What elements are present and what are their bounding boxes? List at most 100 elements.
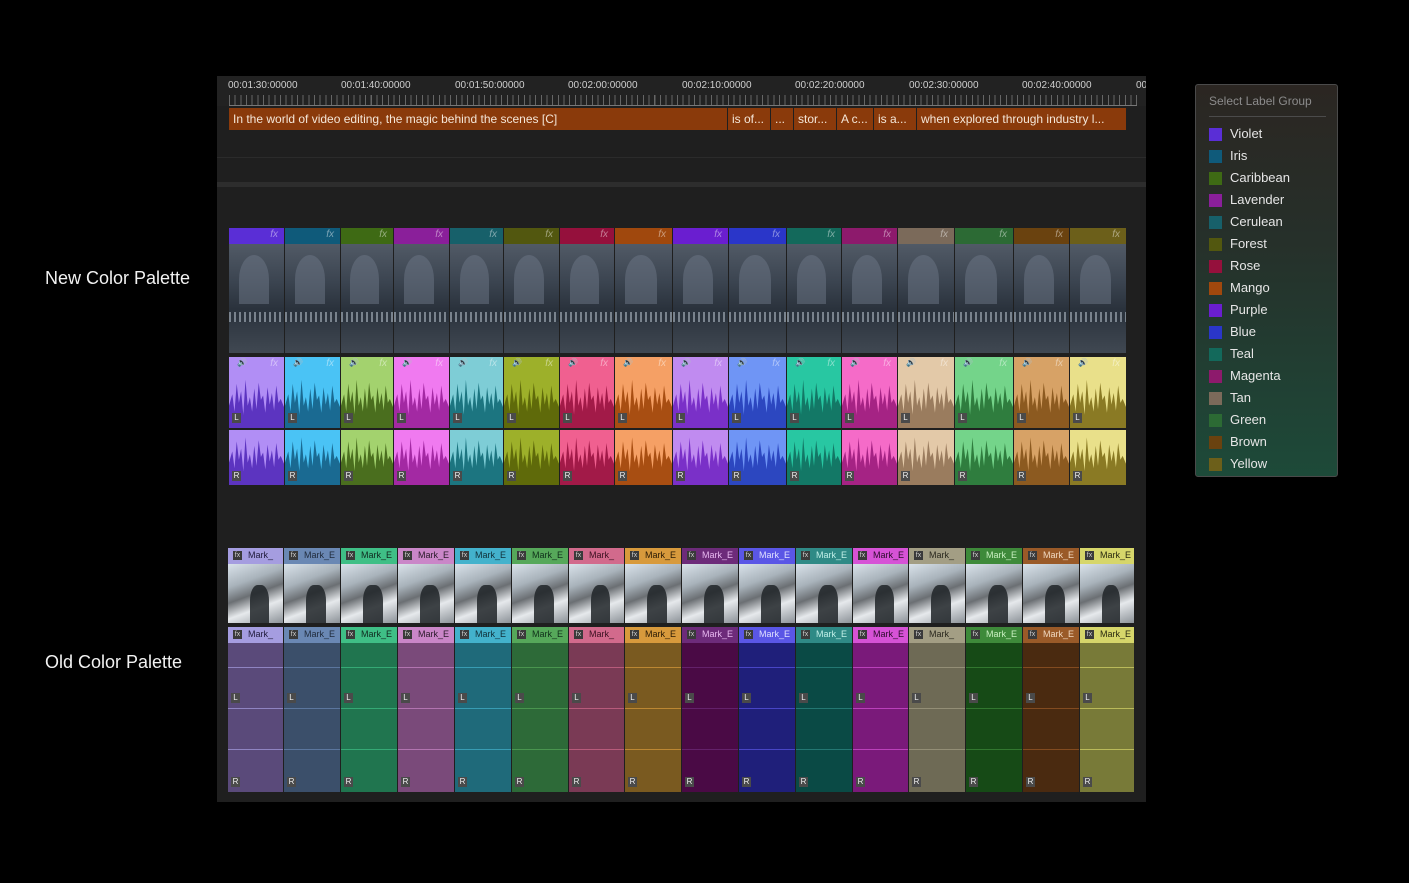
audio-clip[interactable]: 🔊 fx L R — [504, 357, 559, 485]
fx-badge[interactable]: fx — [545, 229, 553, 240]
fx-badge[interactable]: fx — [858, 630, 867, 639]
fx-badge[interactable]: fx — [1055, 229, 1063, 240]
speaker-icon[interactable]: 🔊 — [850, 358, 860, 367]
old-video-clip[interactable]: fx Mark_ — [228, 548, 284, 623]
fx-badge[interactable]: fx — [940, 358, 948, 369]
video-clip[interactable]: fx — [394, 228, 449, 353]
speaker-icon[interactable]: 🔊 — [1078, 358, 1088, 367]
audio-clip[interactable]: 🔊 fx L R — [787, 357, 841, 485]
audio-clip[interactable]: 🔊 fx L R — [229, 357, 284, 485]
fx-badge[interactable]: fx — [545, 358, 553, 369]
fx-badge[interactable]: fx — [270, 358, 278, 369]
video-clip[interactable]: fx — [615, 228, 672, 353]
audio-clip[interactable]: 🔊 fx L R — [285, 357, 340, 485]
old-audio-clip[interactable]: fx Mark_E L R — [341, 627, 398, 792]
caption-clip[interactable]: stor... — [794, 108, 837, 130]
video-clip[interactable]: fx — [229, 228, 284, 353]
speaker-icon[interactable]: 🔊 — [737, 358, 747, 367]
fx-badge[interactable]: fx — [517, 551, 526, 560]
old-audio-clip[interactable]: fx Mark_E L R — [739, 627, 796, 792]
speaker-icon[interactable]: 🔊 — [623, 358, 633, 367]
fx-badge[interactable]: fx — [326, 229, 334, 240]
fx-badge[interactable]: fx — [971, 630, 980, 639]
fx-badge[interactable]: fx — [326, 358, 334, 369]
audio-clip[interactable]: 🔊 fx L R — [450, 357, 503, 485]
speaker-icon[interactable]: 🔊 — [349, 358, 359, 367]
speaker-icon[interactable]: 🔊 — [568, 358, 578, 367]
audio-clip[interactable]: 🔊 fx L R — [729, 357, 786, 485]
old-audio-clip[interactable]: fx Mark_E L R — [398, 627, 455, 792]
audio-clip[interactable]: 🔊 fx L R — [842, 357, 897, 485]
fx-badge[interactable]: fx — [658, 229, 666, 240]
audio-clip[interactable]: 🔊 fx L R — [1014, 357, 1069, 485]
fx-badge[interactable]: fx — [574, 551, 583, 560]
audio-clip[interactable]: 🔊 fx L R — [615, 357, 672, 485]
speaker-icon[interactable]: 🔊 — [963, 358, 973, 367]
fx-badge[interactable]: fx — [999, 358, 1007, 369]
label-menu-item-yellow[interactable]: Yellow — [1209, 455, 1334, 473]
speaker-icon[interactable]: 🔊 — [906, 358, 916, 367]
old-audio-clip[interactable]: fx Mark_E L R — [1023, 627, 1080, 792]
label-menu-item-teal[interactable]: Teal — [1209, 345, 1334, 363]
video-clip[interactable]: fx — [1070, 228, 1126, 353]
old-video-clip[interactable]: fx Mark_E — [341, 548, 398, 623]
old-audio-clip[interactable]: fx Mark_E L R — [682, 627, 739, 792]
fx-badge[interactable]: fx — [379, 229, 387, 240]
label-menu-item-purple[interactable]: Purple — [1209, 301, 1334, 319]
old-video-clip[interactable]: fx Mark_E — [853, 548, 909, 623]
video-clip[interactable]: fx — [341, 228, 393, 353]
speaker-icon[interactable]: 🔊 — [1022, 358, 1032, 367]
fx-badge[interactable]: fx — [489, 229, 497, 240]
label-menu-item-lavender[interactable]: Lavender — [1209, 191, 1334, 209]
video-clip[interactable]: fx — [560, 228, 614, 353]
fx-badge[interactable]: fx — [914, 551, 923, 560]
fx-badge[interactable]: fx — [435, 358, 443, 369]
fx-badge[interactable]: fx — [233, 630, 242, 639]
fx-badge[interactable]: fx — [1112, 358, 1120, 369]
caption-clip[interactable]: ... — [771, 108, 794, 130]
audio-clip[interactable]: 🔊 fx L R — [673, 357, 728, 485]
speaker-icon[interactable]: 🔊 — [795, 358, 805, 367]
old-video-clip[interactable]: fx Mark_E — [682, 548, 739, 623]
fx-badge[interactable]: fx — [630, 551, 639, 560]
fx-badge[interactable]: fx — [517, 630, 526, 639]
video-clip[interactable]: fx — [842, 228, 897, 353]
fx-badge[interactable]: fx — [1055, 358, 1063, 369]
fx-badge[interactable]: fx — [858, 551, 867, 560]
fx-badge[interactable]: fx — [346, 630, 355, 639]
old-video-clip[interactable]: fx Mark_E — [1023, 548, 1080, 623]
old-audio-clip[interactable]: fx Mark_E L R — [796, 627, 853, 792]
fx-badge[interactable]: fx — [403, 630, 412, 639]
fx-badge[interactable]: fx — [435, 229, 443, 240]
time-ruler[interactable]: 00:01:30:00000 00:01:40:00000 00:01:50:000… — [217, 76, 1146, 106]
fx-badge[interactable]: fx — [1112, 229, 1120, 240]
old-audio-clip[interactable]: fx Mark_E L R — [625, 627, 682, 792]
fx-badge[interactable]: fx — [1085, 630, 1094, 639]
fx-badge[interactable]: fx — [714, 229, 722, 240]
speaker-icon[interactable]: 🔊 — [681, 358, 691, 367]
caption-clip[interactable]: In the world of video editing, the magic… — [229, 108, 728, 130]
fx-badge[interactable]: fx — [914, 630, 923, 639]
audio-clip[interactable]: 🔊 fx L R — [1070, 357, 1126, 485]
old-audio-clip[interactable]: fx Mark_E L R — [455, 627, 512, 792]
fx-badge[interactable]: fx — [1028, 551, 1037, 560]
audio-clip[interactable]: 🔊 fx L R — [955, 357, 1013, 485]
fx-badge[interactable]: fx — [270, 229, 278, 240]
fx-badge[interactable]: fx — [379, 358, 387, 369]
video-clip[interactable]: fx — [450, 228, 503, 353]
fx-badge[interactable]: fx — [744, 551, 753, 560]
old-video-clip[interactable]: fx Mark_E — [625, 548, 682, 623]
label-menu-item-mango[interactable]: Mango — [1209, 279, 1334, 297]
fx-badge[interactable]: fx — [403, 551, 412, 560]
old-video-clip[interactable]: fx Mark_E — [512, 548, 569, 623]
fx-badge[interactable]: fx — [460, 630, 469, 639]
fx-badge[interactable]: fx — [600, 229, 608, 240]
caption-clip[interactable]: is of... — [728, 108, 771, 130]
audio-clip[interactable]: 🔊 fx L R — [394, 357, 449, 485]
fx-badge[interactable]: fx — [658, 358, 666, 369]
fx-badge[interactable]: fx — [346, 551, 355, 560]
old-audio-clip[interactable]: fx Mark_E L R — [284, 627, 341, 792]
speaker-icon[interactable]: 🔊 — [512, 358, 522, 367]
fx-badge[interactable]: fx — [289, 630, 298, 639]
fx-badge[interactable]: fx — [1085, 551, 1094, 560]
